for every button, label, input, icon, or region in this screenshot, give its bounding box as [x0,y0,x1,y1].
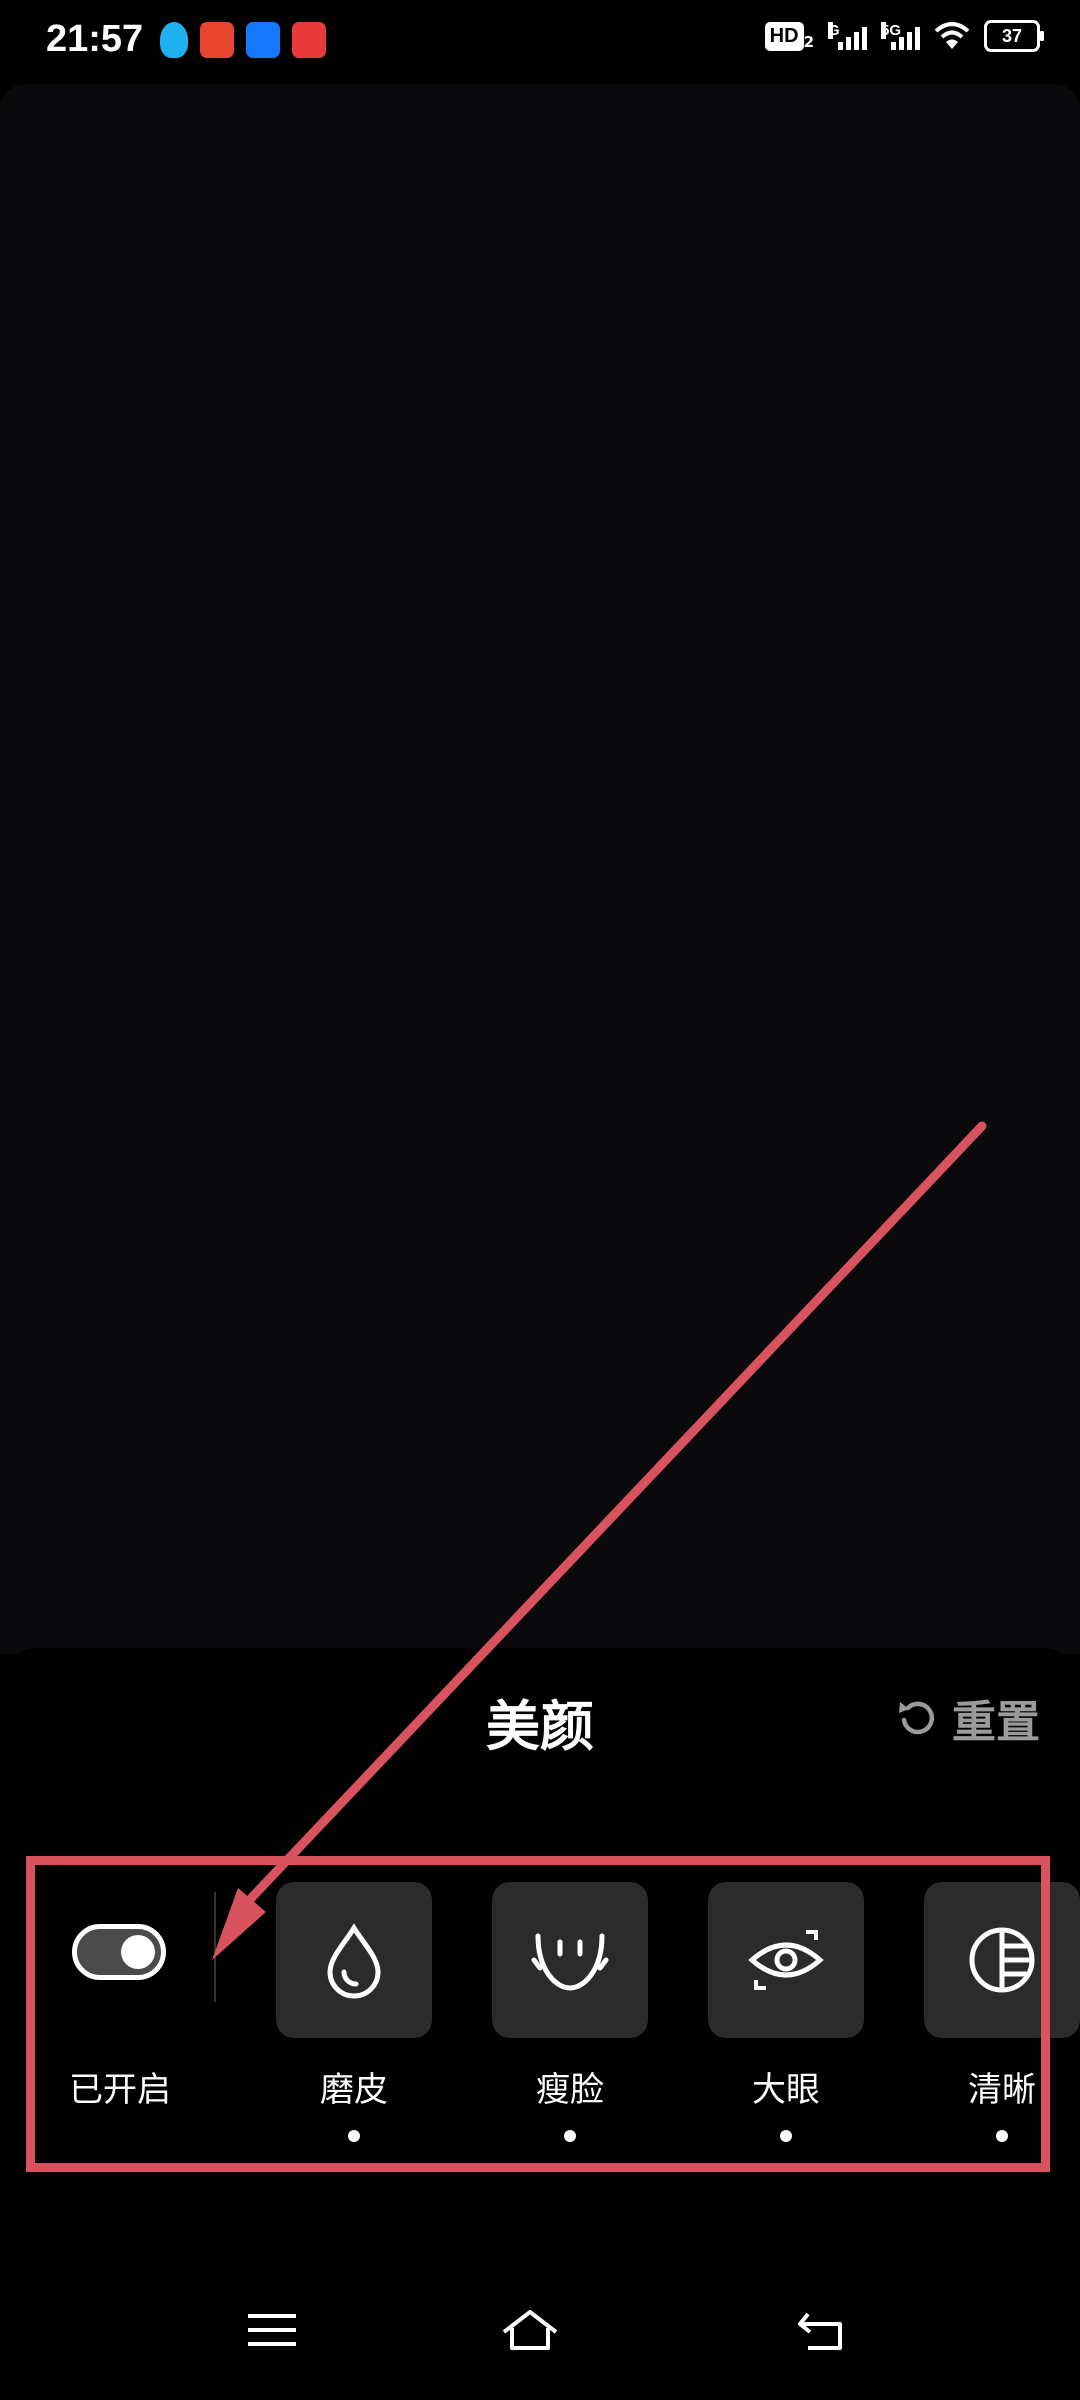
status-bar: 21:57 HD 2 G 5G 37 [0,0,1080,84]
status-time: 21:57 [46,18,144,60]
eye-icon [748,1930,824,1990]
qq-icon [160,22,188,58]
reset-label: 重置 [952,1697,1040,1748]
battery-icon: 37 [984,20,1044,52]
signal-label-1: G [828,22,840,39]
wifi-icon [934,22,970,49]
effect-big-eyes[interactable]: 大眼 [708,1882,864,2142]
effect-tile[interactable] [924,1882,1080,2038]
effect-clarity[interactable]: 清晰 [924,1882,1080,2142]
effect-indicator-dot [564,2130,576,2142]
effect-label: 大眼 [752,2070,820,2110]
system-icons: HD 2 G 5G 37 [764,20,1044,52]
signal-icon-2: 5G [881,22,920,50]
toggle-label: 已开启 [69,2070,171,2110]
reset-icon [899,1701,935,1735]
effect-indicator-dot [996,2130,1008,2142]
effect-indicator-dot [348,2130,360,2142]
beauty-toggle[interactable] [72,1924,166,1980]
effect-indicator-dot [780,2130,792,2142]
signal-icon-1: G [828,22,867,50]
signal-label-2: 5G [881,22,902,39]
shopping-app-icon [292,22,326,58]
robot-app-icon [246,22,280,58]
back-icon [798,2312,842,2350]
effect-label: 磨皮 [320,2070,388,2110]
effect-smooth-skin[interactable]: 磨皮 [276,1882,432,2142]
effect-tile[interactable] [708,1882,864,2038]
hd-sub-label: 2 [803,32,814,51]
effect-tile[interactable] [492,1882,648,2038]
effect-label: 清晰 [968,2070,1036,2110]
camera-preview[interactable] [0,84,1080,1654]
clarity-icon [969,1927,1035,1993]
menu-button[interactable] [242,2300,302,2360]
home-button[interactable] [500,2300,560,2360]
face-slim-icon [531,1933,609,1991]
menu-icon [248,2314,296,2346]
effect-label: 瘦脸 [536,2070,604,2110]
home-icon [502,2310,558,2350]
divider [214,1892,216,2002]
notification-icons [160,22,326,58]
hd-icon: HD [764,21,804,51]
effect-slim-face[interactable]: 瘦脸 [492,1882,648,2142]
taobao-icon [200,22,234,58]
droplet-icon [327,1923,381,1999]
reset-button[interactable]: 重置 [896,1686,1040,1750]
back-button[interactable] [792,2300,852,2360]
effect-tile[interactable] [276,1882,432,2038]
toggle-knob [121,1935,155,1969]
